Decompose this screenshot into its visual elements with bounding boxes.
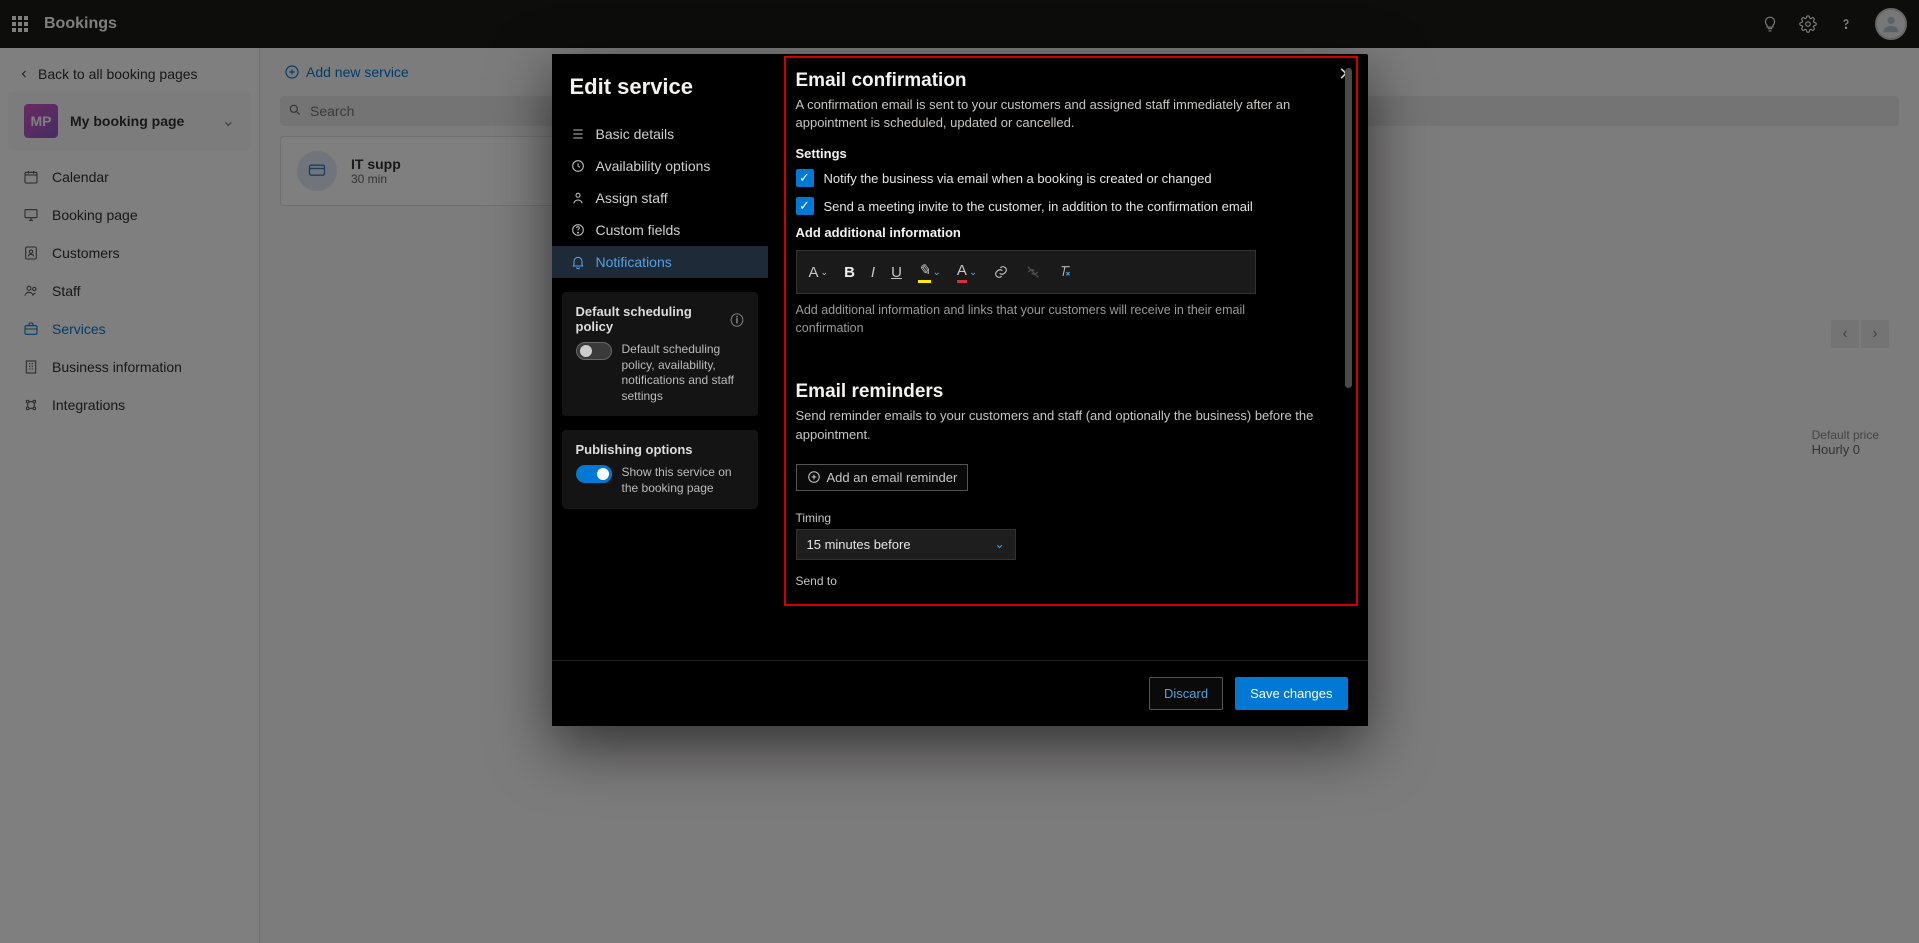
tab-availability[interactable]: Availability options [552, 150, 768, 182]
clear-formatting-button[interactable] [1057, 264, 1073, 280]
modal-left-pane: Edit service Basic details Availability … [552, 54, 768, 660]
tab-label: Assign staff [596, 190, 668, 206]
tab-label: Custom fields [596, 222, 681, 238]
bold-button[interactable]: B [844, 264, 855, 281]
tab-notifications[interactable]: Notifications [552, 246, 768, 278]
tab-assign-staff[interactable]: Assign staff [552, 182, 768, 214]
font-color-button[interactable]: A ⌄ [957, 262, 977, 283]
checkbox-notify-business[interactable]: ✓ [796, 169, 814, 187]
richtext-toolbar: A⌄ B I U ✎ ⌄ A ⌄ [796, 250, 1256, 294]
highlighted-region: Email confirmation A confirmation email … [784, 56, 1358, 606]
show-service-toggle[interactable] [576, 465, 612, 483]
publish-title: Publishing options [576, 442, 744, 457]
link-button[interactable] [993, 264, 1009, 280]
list-icon [570, 126, 586, 142]
scrollbar[interactable] [1345, 68, 1352, 388]
email-reminders-desc: Send reminder emails to your customers a… [796, 407, 1340, 443]
chevron-down-icon: ⌄ [994, 537, 1004, 551]
tab-custom-fields[interactable]: Custom fields [552, 214, 768, 246]
tab-label: Notifications [596, 254, 672, 270]
timing-select[interactable]: 15 minutes before ⌄ [796, 529, 1016, 560]
richtext-placeholder[interactable]: Add additional information and links tha… [796, 302, 1256, 337]
edit-service-modal: ✕ Edit service Basic details Availabilit… [552, 54, 1368, 726]
email-confirmation-desc: A confirmation email is sent to your cus… [796, 96, 1340, 132]
send-invite-checkbox-row: ✓ Send a meeting invite to the customer,… [796, 197, 1340, 215]
modal-footer: Discard Save changes [552, 660, 1368, 726]
policy-title: Default scheduling policy [576, 304, 725, 334]
underline-button[interactable]: U [891, 264, 902, 281]
save-changes-button[interactable]: Save changes [1235, 677, 1347, 710]
bell-icon [570, 254, 586, 270]
tab-basic-details[interactable]: Basic details [552, 118, 768, 150]
settings-heading: Settings [796, 146, 1340, 161]
info-icon[interactable]: ⓘ [730, 310, 743, 329]
checkbox-label: Send a meeting invite to the customer, i… [824, 199, 1253, 214]
timing-value: 15 minutes before [807, 537, 911, 552]
publish-desc: Show this service on the booking page [622, 465, 744, 496]
checkbox-send-invite[interactable]: ✓ [796, 197, 814, 215]
highlight-color-button[interactable]: ✎ ⌄ [918, 261, 941, 283]
email-reminders-heading: Email reminders [796, 381, 1340, 403]
unlink-button[interactable] [1025, 264, 1041, 280]
modal-title: Edit service [552, 74, 768, 118]
email-confirmation-heading: Email confirmation [796, 70, 1340, 92]
add-info-heading: Add additional information [796, 225, 1340, 240]
tab-label: Availability options [596, 158, 711, 174]
publishing-options-box: Publishing options Show this service on … [562, 430, 758, 508]
add-reminder-label: Add an email reminder [827, 470, 958, 485]
italic-button[interactable]: I [871, 264, 875, 281]
notify-business-checkbox-row: ✓ Notify the business via email when a b… [796, 169, 1340, 187]
discard-button[interactable]: Discard [1149, 677, 1223, 710]
timing-label: Timing [796, 511, 1340, 525]
add-email-reminder-button[interactable]: Add an email reminder [796, 464, 969, 491]
checkbox-label: Notify the business via email when a boo… [824, 171, 1212, 186]
tab-label: Basic details [596, 126, 675, 142]
policy-desc: Default scheduling policy, availability,… [622, 342, 744, 404]
default-scheduling-policy-box: Default scheduling policy ⓘ Default sche… [562, 292, 758, 416]
default-policy-toggle[interactable] [576, 342, 612, 360]
clock-icon [570, 158, 586, 174]
modal-right-pane: Email confirmation A confirmation email … [768, 54, 1368, 660]
sendto-label: Send to [796, 574, 1340, 588]
question-icon [570, 222, 586, 238]
person-icon [570, 190, 586, 206]
plus-circle-icon [807, 470, 821, 484]
font-size-button[interactable]: A⌄ [809, 264, 829, 281]
